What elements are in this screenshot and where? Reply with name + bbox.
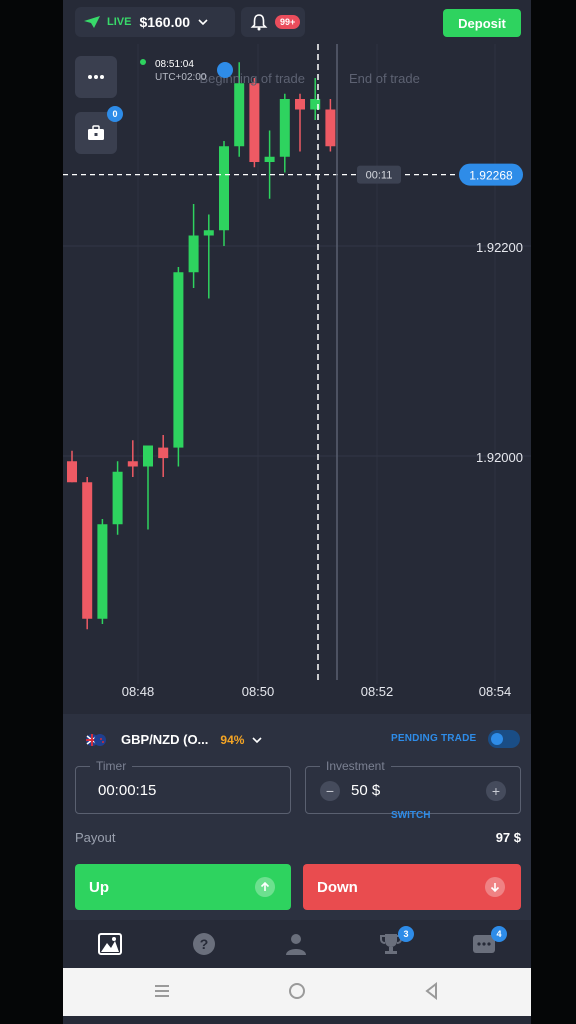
dots-icon [88,75,104,79]
payout-value: 97 $ [495,830,521,845]
candle [279,99,290,157]
arrow-down-icon [485,877,505,897]
candle [173,272,184,448]
balance: $160.00 [139,14,191,30]
increase-button[interactable]: + [486,781,506,801]
countdown-text: 00:11 [366,170,393,182]
chevron-down-icon [252,736,262,743]
timer-field[interactable]: Timer 00:00:15 [75,759,291,814]
gbp-nzd-flag-icon [86,733,106,746]
candle [249,83,260,162]
time-tick-label: 08:50 [242,684,275,699]
time-label: 08:51:04 [155,59,194,70]
candle [67,461,77,483]
svg-text:?: ? [200,936,209,952]
candle [112,471,123,525]
switch-link[interactable]: SWITCH [391,810,430,821]
price-tick-label: 1.92200 [476,240,523,255]
down-button[interactable]: Down [303,864,521,910]
portfolio-badge: 0 [107,106,123,122]
account-switcher[interactable]: LIVE $160.00 [75,7,235,37]
candle [127,461,138,467]
chat-icon[interactable]: 4 [472,926,507,958]
candle [219,146,229,231]
chat-badge: 4 [491,926,507,942]
investment-label: Investment [320,759,391,773]
deposit-button[interactable]: Deposit [443,9,521,37]
plane-icon [84,16,100,28]
back-icon[interactable] [423,982,441,1000]
system-nav-bar [63,968,531,1016]
trophy-badge: 3 [398,926,414,942]
candle [264,156,275,162]
time-sub-label: UTC+02:00 [155,72,207,83]
bottom-nav: ? 3 4 [63,920,531,968]
portfolio-button[interactable]: 0 [75,106,123,154]
payout-label: Payout [75,830,116,845]
candle [325,109,336,147]
profile-icon[interactable] [284,932,310,958]
candle [295,99,305,110]
investment-value: 50 $ [351,782,381,799]
candle [234,83,245,147]
asset-selector[interactable]: GBP/NZD (O... 94% [85,732,262,747]
chart-canvas[interactable]: 1.92200 1.92000 08:48 08:50 08:52 08:54 00:11… [63,44,531,714]
candle [188,235,199,273]
investment-field[interactable]: Investment − 50 $ + [305,759,521,814]
candle [158,447,169,459]
trade-panel: GBP/NZD (O... 94% PENDING TRADE Timer 00… [63,714,531,920]
timer-label: Timer [90,759,133,773]
top-bar: LIVE $160.00 99+ Deposit [63,0,531,44]
decrease-button[interactable]: − [320,781,340,801]
trophy-icon[interactable]: 3 [379,926,414,958]
chart-icon[interactable] [98,932,124,958]
pending-trade-label: PENDING TRADE [391,733,477,744]
beginning-of-trade-label: Beginning of trade [199,71,305,86]
up-button[interactable]: Up [75,864,291,910]
recent-apps-icon[interactable] [153,982,171,1000]
candle [82,482,93,619]
candle [203,230,214,236]
timer-value: 00:00:15 [98,782,157,799]
asset-name: GBP/NZD (O... [121,732,209,747]
down-label: Down [317,878,358,896]
up-label: Up [89,878,109,896]
help-icon[interactable]: ? [192,932,218,958]
notifications-button[interactable]: 99+ [241,7,305,37]
payout-percent: 94% [220,732,245,747]
arrow-up-icon [255,877,275,897]
notification-badge: 99+ [275,15,301,29]
account-mode: LIVE [107,16,132,28]
chevron-down-icon [198,19,208,26]
candle [143,445,153,467]
end-of-trade-label: End of trade [349,71,420,86]
menu-button[interactable] [75,56,117,98]
pending-trade-toggle[interactable] [488,730,520,748]
price-chart[interactable]: 1.92200 1.92000 08:48 08:50 08:52 08:54 00:11… [63,44,531,714]
price-tick-label: 1.92000 [476,450,523,465]
time-indicator [140,59,146,65]
bell-icon [250,14,268,31]
time-tick-label: 08:52 [361,684,394,699]
app-screen: LIVE $160.00 99+ Deposit 1.92200 1.92000 0… [63,0,531,1024]
time-marker [217,62,233,78]
home-icon[interactable] [288,982,306,1000]
time-tick-label: 08:48 [122,684,155,699]
candle [97,524,108,619]
current-price-text: 1.92268 [469,169,513,183]
briefcase-icon [88,125,104,140]
time-tick-label: 08:54 [479,684,512,699]
